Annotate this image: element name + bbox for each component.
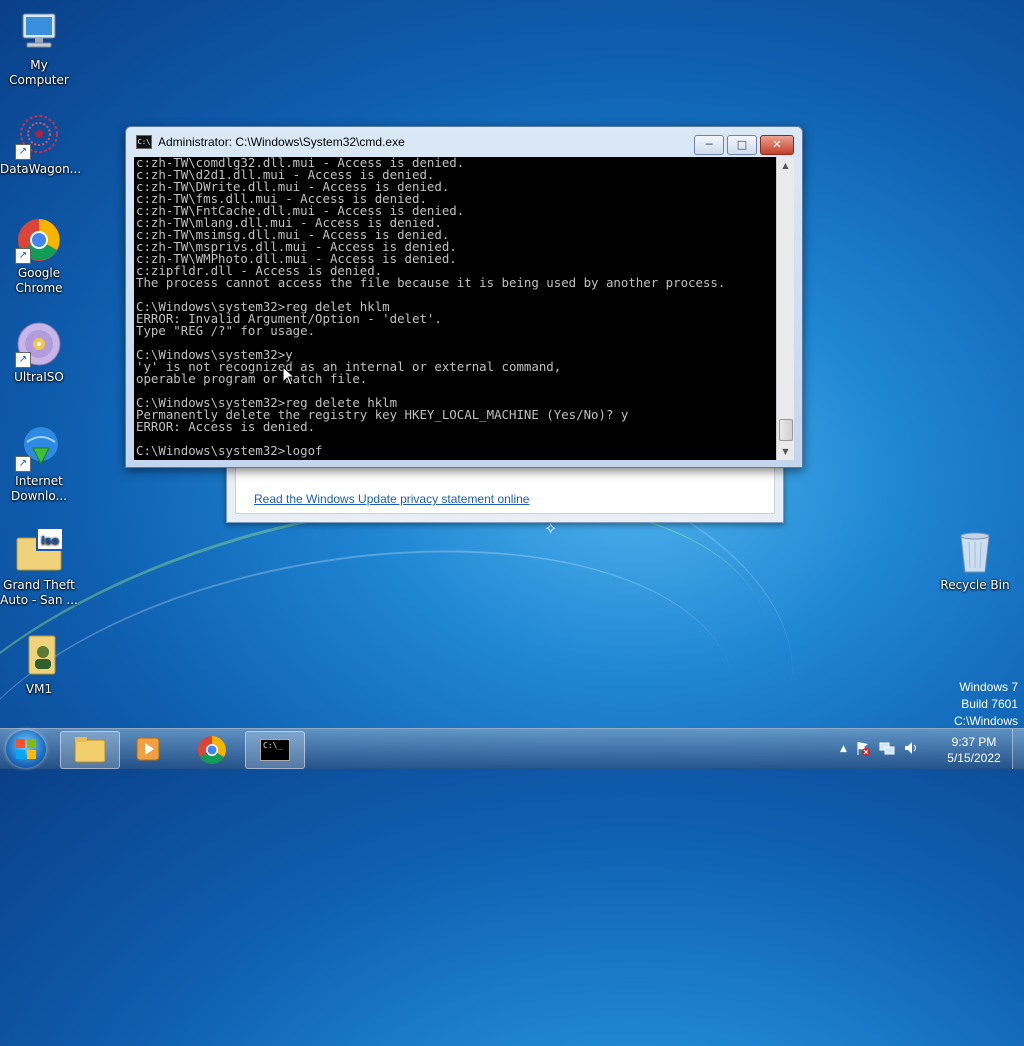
desktop-icon-label: Google Chrome [15, 266, 63, 295]
desktop-icon-ultraiso[interactable]: ↗ UltraISO [0, 320, 78, 385]
cmd-title-bar[interactable]: C:\ Administrator: C:\Windows\System32\c… [136, 135, 405, 149]
desktop-icon-datawagon[interactable]: ↗ DataWagon... [0, 112, 82, 177]
show-desktop-button[interactable] [1012, 729, 1024, 769]
minimize-button[interactable]: ─ [694, 135, 724, 155]
desktop-icon-label: DataWagon... [0, 162, 82, 176]
system-tray: ▲ [840, 729, 919, 769]
shortcut-arrow-icon: ↗ [15, 144, 31, 160]
desktop-icon-vm1[interactable]: VM1 [0, 632, 78, 697]
iso-folder-icon: iso [15, 527, 64, 576]
desktop-icon-label: My Computer [9, 58, 69, 87]
windows-update-content: Read the Windows Update privacy statemen… [235, 461, 775, 514]
chrome-icon: ↗ [15, 216, 63, 264]
desktop-icon-gta[interactable]: iso Grand Theft Auto - San ... [0, 527, 78, 608]
privacy-statement-link[interactable]: Read the Windows Update privacy statemen… [254, 492, 529, 506]
scroll-up-arrow-icon[interactable]: ▲ [777, 157, 794, 174]
desktop-icon-label: Internet Downlo... [11, 474, 67, 503]
cmd-app-icon: C:\ [136, 135, 152, 149]
globe-download-icon: ↗ [15, 424, 63, 472]
cmd-window[interactable]: C:\ Administrator: C:\Windows\System32\c… [125, 126, 803, 468]
taskbar-chrome-button[interactable] [182, 731, 240, 767]
windows-update-window[interactable]: Read the Windows Update privacy statemen… [226, 460, 784, 523]
shortcut-arrow-icon: ↗ [15, 248, 31, 264]
watermark-line: Windows 7 [959, 680, 1018, 694]
cmd-window-title: Administrator: C:\Windows\System32\cmd.e… [158, 135, 405, 149]
console-text: c:zh-TW\comdlg32.dll.mui - Access is den… [136, 157, 726, 458]
folder-icon [74, 737, 106, 763]
console-output[interactable]: c:zh-TW\comdlg32.dll.mui - Access is den… [134, 157, 776, 460]
cmd-icon: C:\_ [260, 739, 290, 761]
maximize-button[interactable]: □ [727, 135, 757, 155]
scroll-down-arrow-icon[interactable]: ▼ [777, 443, 794, 460]
disc-icon: ↗ [15, 320, 63, 368]
user-folder-icon [15, 632, 63, 680]
taskbar-cmd-button[interactable]: C:\_ [245, 731, 305, 769]
windows-logo-icon [16, 739, 36, 759]
desktop-icon-label: Recycle Bin [940, 578, 1010, 592]
windows-build-watermark: Windows 7 Build 7601 C:\Windows [954, 679, 1018, 730]
clock-date: 5/15/2022 [947, 751, 1001, 765]
network-icon[interactable] [879, 740, 895, 759]
watermark-line: Build 7601 [961, 697, 1018, 711]
recycle-bin-icon [951, 528, 999, 576]
taskbar-media-player-button[interactable] [120, 731, 178, 767]
desktop-icon-my-computer[interactable]: My Computer [0, 8, 78, 88]
start-button[interactable] [6, 730, 46, 768]
vertical-scrollbar[interactable]: ▲ ▼ [776, 157, 794, 460]
action-center-flag-icon[interactable] [855, 740, 871, 759]
svg-text:iso: iso [41, 534, 59, 547]
media-player-icon [136, 737, 160, 761]
scrollbar-thumb[interactable] [779, 419, 793, 441]
taskbar-clock[interactable]: 9:37 PM 5/15/2022 [943, 734, 1005, 766]
datawagon-icon: ↗ [15, 112, 63, 160]
taskbar-explorer-button[interactable] [60, 731, 120, 769]
close-button[interactable]: ✕ [760, 135, 794, 155]
desktop-icon-recycle-bin[interactable]: Recycle Bin [936, 528, 1014, 593]
desktop-icon-label: VM1 [25, 682, 53, 696]
clock-time: 9:37 PM [951, 735, 997, 749]
desktop-icon-label: Grand Theft Auto - San ... [0, 578, 78, 607]
desktop-icon-internet-download[interactable]: ↗ Internet Downlo... [0, 424, 78, 504]
show-hidden-icons-icon[interactable]: ▲ [840, 744, 847, 754]
chrome-icon [198, 736, 226, 764]
volume-icon[interactable] [903, 740, 919, 759]
computer-icon [15, 8, 63, 56]
desktop-icon-label: UltraISO [14, 370, 64, 384]
shortcut-arrow-icon: ↗ [15, 352, 31, 368]
taskbar: C:\_ ▲ 9:37 PM 5/15/2022 [0, 728, 1024, 769]
shortcut-arrow-icon: ↗ [15, 456, 31, 472]
desktop-icon-google-chrome[interactable]: ↗ Google Chrome [0, 216, 78, 296]
